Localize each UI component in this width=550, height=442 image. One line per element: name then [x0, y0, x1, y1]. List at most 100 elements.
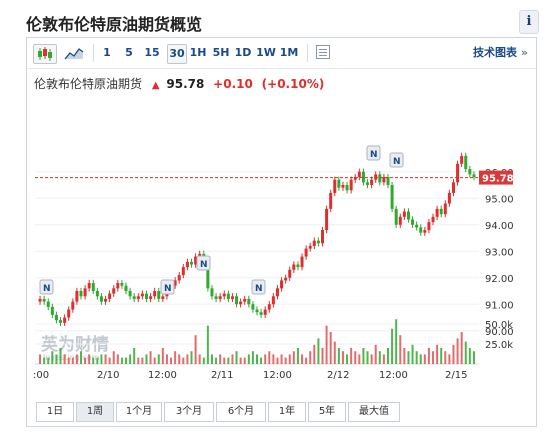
candle-body: [116, 283, 120, 289]
volume-bar: [88, 354, 91, 364]
technical-chart-label: 技术图表: [473, 46, 518, 59]
volume-bar: [468, 348, 471, 364]
candle-body: [464, 155, 468, 170]
candle-body: [185, 261, 189, 268]
last-price-tag-label: 95.78: [482, 174, 514, 185]
volume-bar: [374, 344, 377, 364]
volume-bar: [423, 354, 426, 364]
volume-bar: [84, 357, 87, 364]
volume-bar: [161, 348, 164, 364]
candle-body: [243, 298, 247, 302]
candle-body: [394, 208, 398, 225]
volume-bar: [116, 354, 119, 364]
volume-bar: [215, 357, 218, 364]
volume-bar: [112, 351, 115, 364]
candle-body: [312, 240, 316, 246]
range-1d[interactable]: 1日: [36, 402, 74, 422]
volume-bar: [51, 351, 54, 364]
x-tick-label: :00: [33, 370, 49, 381]
table-icon[interactable]: [316, 45, 330, 59]
interval-1mo[interactable]: 1M: [279, 44, 299, 62]
candle-body: [59, 320, 63, 323]
volume-bar: [280, 354, 283, 364]
interval-15m[interactable]: 15: [143, 44, 161, 62]
volume-bar: [260, 357, 263, 364]
candle-body: [79, 291, 83, 297]
area-chart-icon[interactable]: [63, 44, 85, 62]
chart-toolbar: 1 5 15 30 1H 5H 1D 1W 1M 技术图表 »: [27, 38, 536, 69]
candlestick-icon[interactable]: [33, 44, 57, 64]
y-tick-label: 91.00: [485, 300, 514, 311]
candle-body: [181, 267, 185, 276]
interval-5h[interactable]: 5H: [212, 44, 230, 62]
candle-body: [132, 296, 136, 299]
candle-body: [423, 230, 427, 233]
volume-bar: [198, 354, 201, 364]
volume-bar: [145, 354, 148, 364]
volume-bar: [432, 351, 435, 364]
candle-body: [157, 291, 161, 299]
volume-bar: [39, 354, 42, 364]
y-tick-label: 94.00: [485, 221, 514, 232]
volume-bar: [186, 354, 189, 364]
volume-bar: [153, 357, 156, 364]
volume-bar: [354, 351, 357, 364]
candle-body: [112, 288, 116, 294]
volume-bar: [165, 354, 168, 364]
volume-bar: [174, 351, 177, 364]
volume-bar: [79, 351, 82, 364]
interval-5m[interactable]: 5: [122, 44, 136, 62]
candle-body: [370, 179, 374, 185]
x-tick-label: 12:00: [148, 370, 177, 381]
news-marker-label: N: [255, 284, 263, 294]
candle-body: [255, 309, 259, 313]
candle-body: [431, 216, 435, 223]
candle-body: [67, 309, 71, 318]
candle-body: [83, 288, 87, 297]
volume-bar: [341, 351, 344, 364]
candle-body: [468, 169, 472, 175]
volume-bar: [272, 354, 275, 364]
info-button[interactable]: i: [519, 10, 539, 34]
volume-bar: [370, 354, 373, 364]
volume-bar: [366, 351, 369, 364]
news-marker-label: N: [370, 150, 378, 160]
candle-body: [140, 293, 144, 297]
interval-1h[interactable]: 1H: [189, 44, 207, 62]
toolbar-separator: [93, 44, 94, 62]
range-5y[interactable]: 5年: [308, 402, 346, 422]
range-3mo[interactable]: 3个月: [164, 402, 214, 422]
volume-bar: [452, 344, 455, 364]
candle-body: [149, 296, 153, 299]
interval-1d[interactable]: 1D: [234, 44, 252, 62]
range-1w[interactable]: 1周: [76, 402, 114, 422]
range-1mo[interactable]: 1个月: [116, 402, 162, 422]
candle-body: [472, 174, 476, 178]
range-1y[interactable]: 1年: [268, 402, 306, 422]
candle-body: [226, 293, 230, 299]
technical-chart-link[interactable]: 技术图表 »: [473, 44, 528, 62]
volume-bar: [182, 357, 185, 364]
range-max[interactable]: 最大值: [348, 402, 400, 422]
volume-bar: [251, 351, 254, 364]
candle-body: [333, 179, 337, 193]
volume-bar: [288, 354, 291, 364]
interval-30m[interactable]: 30: [167, 44, 187, 64]
volume-bar: [170, 357, 173, 364]
range-6mo[interactable]: 6个月: [216, 402, 266, 422]
candle-body: [378, 174, 382, 183]
y-tick-label: 93.00: [485, 247, 514, 258]
candle-body: [63, 317, 67, 323]
candle-body: [447, 192, 451, 204]
volume-bar: [59, 348, 62, 364]
candle-body: [357, 171, 361, 178]
candle-body: [411, 219, 415, 225]
volume-bar: [411, 344, 414, 364]
interval-1m[interactable]: 1: [100, 44, 114, 62]
volume-bar: [399, 335, 402, 364]
news-marker-label: N: [200, 260, 208, 270]
price-chart[interactable]: 96.0095.0094.0093.0092.0091.0090.00英为财情I…: [27, 68, 536, 398]
candle-body: [345, 185, 349, 191]
volume-bar: [129, 354, 132, 364]
interval-1w[interactable]: 1W: [256, 44, 276, 62]
